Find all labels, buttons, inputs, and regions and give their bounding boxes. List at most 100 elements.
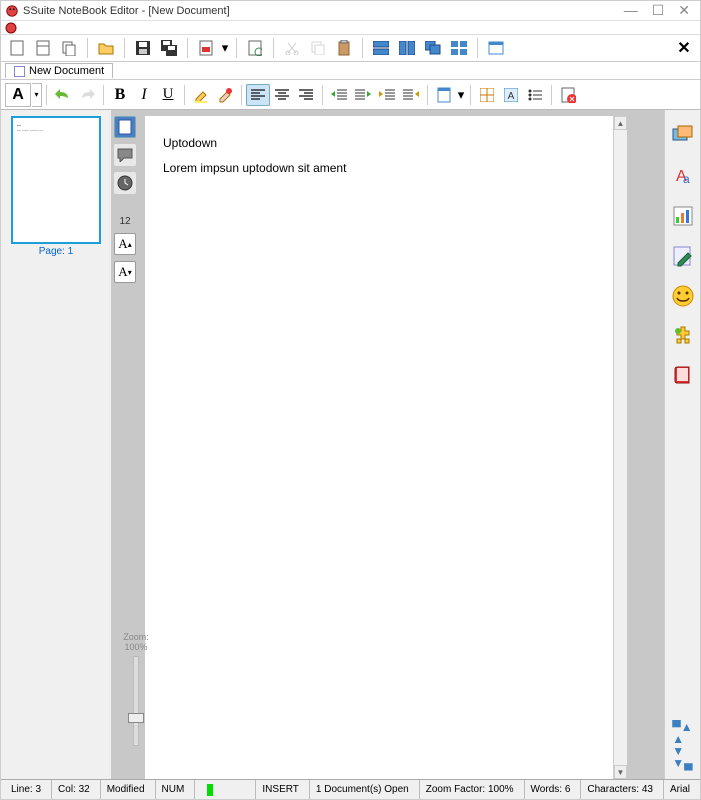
status-font: Arial [663,780,696,799]
font-button[interactable]: A [5,83,31,107]
copy-doc-button[interactable] [57,37,81,59]
redo-button[interactable] [75,84,99,106]
undo-button[interactable] [51,84,75,106]
doc-close-button[interactable]: ✕ [672,37,696,59]
open-folder-button[interactable] [94,37,118,59]
edit-page-icon[interactable] [671,244,695,268]
minimize-button[interactable]: — [624,2,638,19]
font-increase-button[interactable]: A▴ [114,233,136,255]
tile-h-button[interactable] [369,37,393,59]
align-right-button[interactable] [294,84,318,106]
zoom-slider-thumb[interactable] [128,713,144,723]
titlebar: SSuite NoteBook Editor - [New Document] … [1,1,700,21]
status-spacer [194,780,251,799]
right-toolbar: Aa ▀▲ ▲ ▼ ▼▄ [664,110,700,779]
align-center-button[interactable] [270,84,294,106]
close-button[interactable]: ✕ [678,2,690,19]
nav-arrows: ▀▲ ▲ ▼ ▼▄ [672,721,692,769]
status-insert: INSERT [255,780,305,799]
scroll-down-button[interactable]: ▼ [614,765,627,779]
copy-button[interactable] [306,37,330,59]
editor-area: Uptodown Lorem impsun uptodown sit ament… [139,110,664,779]
document-page[interactable]: Uptodown Lorem impsun uptodown sit ament [145,116,613,779]
highlight-button[interactable] [189,84,213,106]
font-style-icon[interactable]: Aa [671,164,695,188]
new-doc-button[interactable] [5,37,29,59]
status-num: NUM [155,780,191,799]
indent-left-button[interactable] [327,84,351,106]
svg-text:a: a [683,172,690,186]
status-zoom: Zoom Factor: 100% [419,780,520,799]
indent-right-button[interactable] [351,84,375,106]
zoom-control: Zoom: 100% [121,632,151,750]
nav-bottom-icon[interactable]: ▼▄ [672,757,692,769]
insert-text-button[interactable]: A [499,84,523,106]
vertical-scrollbar[interactable]: ▲ ▼ [613,116,627,779]
zoom-value: 100% [124,642,147,652]
paste-button[interactable] [332,37,356,59]
zoom-label: Zoom: [123,632,149,642]
page-setup-button[interactable] [432,84,456,106]
chart-icon[interactable] [671,204,695,228]
page-setup-dropdown[interactable]: ▾ [456,84,466,106]
status-led-icon [207,784,213,796]
list-button[interactable] [523,84,547,106]
arrange-button[interactable] [447,37,471,59]
main-toolbar: ▾ ✕ [1,35,700,62]
pdf-button[interactable] [194,37,218,59]
comment-button[interactable] [114,144,136,166]
format-toolbar: A ▾ B I U ▾ A [1,80,700,110]
cascade-button[interactable] [421,37,445,59]
zoom-slider-track[interactable] [133,656,139,746]
open-button[interactable] [31,37,55,59]
document-tab[interactable]: New Document [5,63,113,78]
book-icon[interactable] [671,364,695,388]
font-dropdown[interactable]: ▾ [32,83,42,107]
doc-tab-icon [14,66,25,77]
doc-line-2: Lorem impsun uptodown sit ament [163,159,595,178]
clock-button[interactable] [114,172,136,194]
window-button[interactable] [484,37,508,59]
menu-bar [1,21,700,35]
bold-button[interactable]: B [108,84,132,106]
insert-table-button[interactable] [475,84,499,106]
gallery-icon[interactable] [671,124,695,148]
cut-button[interactable] [280,37,304,59]
font-decrease-button[interactable]: A▾ [114,261,136,283]
pdf-dropdown[interactable]: ▾ [220,37,230,59]
indent-button[interactable] [399,84,423,106]
svg-text:A: A [508,91,515,102]
status-line: Line: 3 [5,780,47,799]
italic-button[interactable]: I [132,84,156,106]
tile-v-button[interactable] [395,37,419,59]
save-button[interactable] [131,37,155,59]
font-color-button[interactable] [213,84,237,106]
tab-label: New Document [29,65,104,77]
tab-bar: New Document [1,62,700,80]
app-icon [5,4,19,18]
scroll-up-button[interactable]: ▲ [614,116,627,130]
thumbnail-pane: --- --- ----- ------- -- Page: 1 [1,110,111,779]
save-all-button[interactable] [157,37,181,59]
bug-icon[interactable] [5,22,17,34]
thumbnail-label: Page: 1 [39,246,73,257]
page-thumbnail[interactable]: --- --- ----- ------- -- [11,116,101,244]
status-col: Col: 32 [51,780,96,799]
font-size-value: 12 [119,216,130,227]
align-left-button[interactable] [246,84,270,106]
status-bar: Line: 3 Col: 32 Modified NUM INSERT 1 Do… [1,779,700,799]
maximize-button[interactable]: ☐ [652,2,665,19]
status-modified: Modified [100,780,151,799]
close-doc-button[interactable] [556,84,580,106]
outdent-button[interactable] [375,84,399,106]
page-info-button[interactable] [114,116,136,138]
plugin-icon[interactable] [671,324,695,348]
underline-button[interactable]: U [156,84,180,106]
status-docs-open: 1 Document(s) Open [309,780,415,799]
window-title: SSuite NoteBook Editor - [New Document] [23,5,230,17]
emoji-icon[interactable] [671,284,695,308]
print-preview-button[interactable] [243,37,267,59]
status-chars: Characters: 43 [580,780,659,799]
doc-line-1: Uptodown [163,134,595,153]
main-area: --- --- ----- ------- -- Page: 1 12 A▴ A… [1,110,700,779]
